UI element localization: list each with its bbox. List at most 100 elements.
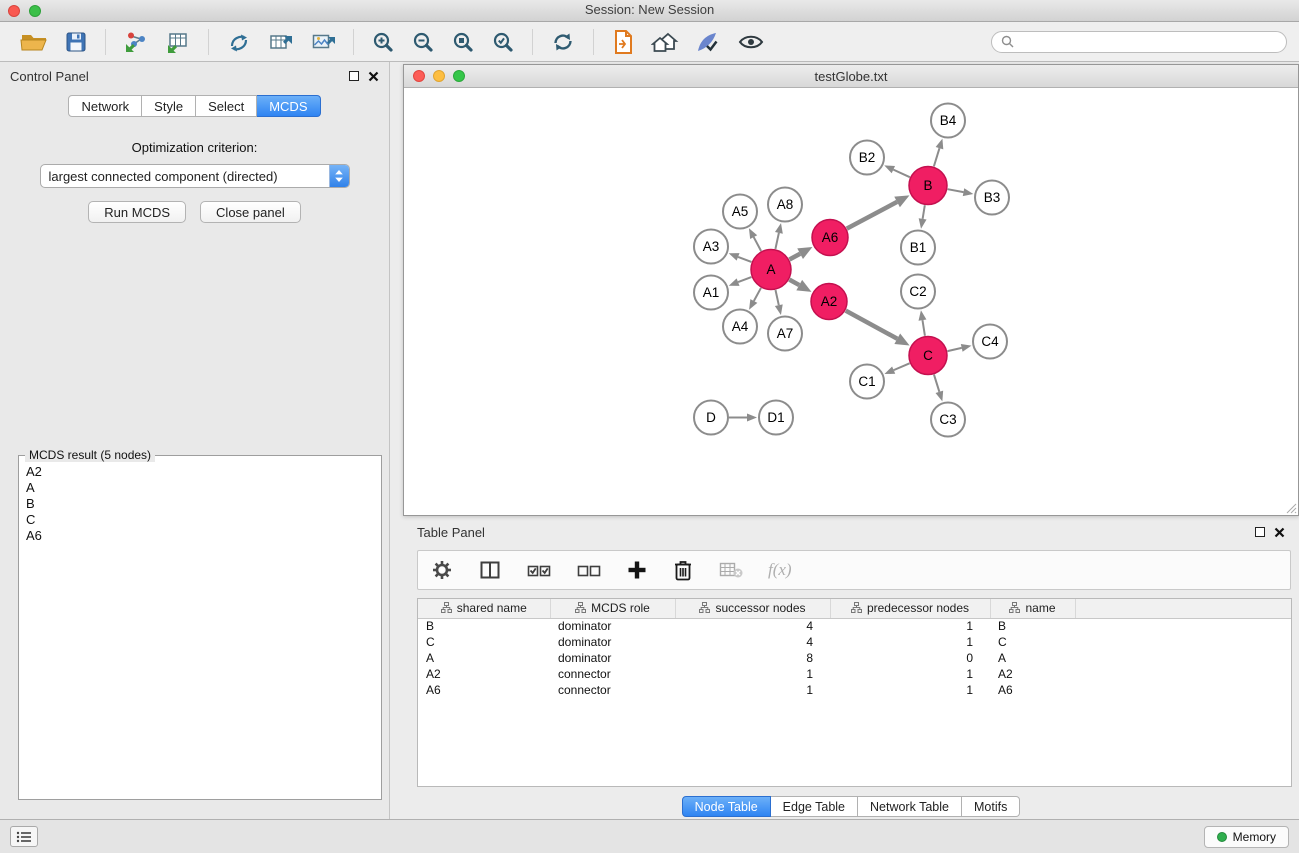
deselect-all-button[interactable]: [576, 558, 602, 582]
graph-edge[interactable]: [738, 277, 751, 282]
column-header[interactable]: shared name: [418, 599, 550, 618]
tab-edge-table[interactable]: Edge Table: [771, 796, 858, 817]
zoom-network-window-button[interactable]: [453, 70, 465, 82]
column-header[interactable]: MCDS role: [550, 599, 675, 618]
graph-edge[interactable]: [846, 311, 898, 339]
table-cell[interactable]: 1: [830, 634, 990, 650]
tab-network[interactable]: Network: [68, 95, 142, 117]
graph-edge[interactable]: [948, 348, 962, 351]
table-cell[interactable]: 4: [675, 634, 830, 650]
zoom-in-button[interactable]: [368, 28, 398, 56]
table-cell[interactable]: B: [990, 618, 1075, 634]
zoom-window-button[interactable]: [29, 5, 41, 17]
graph-edge[interactable]: [948, 189, 964, 192]
graph-edge[interactable]: [775, 233, 778, 249]
graph-edge[interactable]: [847, 202, 897, 229]
delete-column-button[interactable]: [672, 558, 694, 582]
table-cell[interactable]: 8: [675, 650, 830, 666]
open-session-button[interactable]: [17, 28, 51, 56]
first-neighbors-button[interactable]: [608, 27, 638, 57]
search-input[interactable]: [1019, 35, 1277, 49]
zoom-fit-button[interactable]: [448, 28, 478, 56]
table-cell[interactable]: B: [418, 618, 550, 634]
table-row[interactable]: A6connector11A6: [418, 682, 1291, 698]
table-cell[interactable]: 0: [830, 650, 990, 666]
table-row[interactable]: A2connector11A2: [418, 666, 1291, 682]
tab-select[interactable]: Select: [196, 95, 257, 117]
tab-style[interactable]: Style: [142, 95, 196, 117]
resize-grip-icon[interactable]: [1285, 502, 1297, 514]
graph-edge[interactable]: [894, 363, 910, 370]
table-cell[interactable]: A2: [990, 666, 1075, 682]
mcds-result-list[interactable]: A2ABCA6: [22, 462, 378, 796]
import-table-button[interactable]: [162, 28, 194, 56]
graph-edge[interactable]: [923, 205, 925, 219]
table-cell[interactable]: C: [990, 634, 1075, 650]
select-all-button[interactable]: [526, 558, 552, 582]
table-cell[interactable]: 1: [675, 666, 830, 682]
tab-mcds[interactable]: MCDS: [257, 95, 320, 117]
graph-edge[interactable]: [754, 288, 761, 301]
float-table-panel-icon[interactable]: [1255, 527, 1265, 537]
graph-edge[interactable]: [738, 257, 751, 262]
save-session-button[interactable]: [61, 28, 91, 56]
add-column-button[interactable]: [626, 559, 648, 581]
close-table-panel-icon[interactable]: [1274, 527, 1285, 538]
network-graph[interactable]: B4B2BB3A5A8A6A3B1AA1C2A2A4A7C4CC1C3DD1: [404, 88, 1298, 515]
apply-style-button[interactable]: [692, 28, 724, 56]
apply-layout-button[interactable]: [547, 28, 579, 56]
table-cell[interactable]: 1: [830, 618, 990, 634]
close-window-button[interactable]: [8, 5, 20, 17]
close-panel-button[interactable]: Close panel: [200, 201, 301, 223]
graph-edge[interactable]: [922, 320, 924, 336]
network-overview-button[interactable]: [648, 28, 682, 56]
table-cell[interactable]: 1: [830, 666, 990, 682]
table-cell[interactable]: dominator: [550, 634, 675, 650]
table-cell[interactable]: C: [418, 634, 550, 650]
task-history-button[interactable]: [10, 826, 38, 847]
graph-edge[interactable]: [775, 290, 778, 305]
graph-edge[interactable]: [934, 148, 940, 166]
graph-edge[interactable]: [789, 254, 800, 260]
mcds-result-item[interactable]: C: [26, 512, 374, 528]
mcds-result-item[interactable]: B: [26, 496, 374, 512]
export-image-button[interactable]: [307, 28, 339, 56]
import-network-button[interactable]: [120, 28, 152, 56]
table-cell[interactable]: A6: [418, 682, 550, 698]
graph-edge[interactable]: [893, 170, 909, 178]
table-settings-button[interactable]: [430, 558, 454, 582]
network-window-titlebar[interactable]: testGlobe.txt: [404, 65, 1298, 88]
table-cell[interactable]: 1: [830, 682, 990, 698]
minimize-network-window-button[interactable]: [433, 70, 445, 82]
table-cell[interactable]: A: [418, 650, 550, 666]
column-header[interactable]: predecessor nodes: [830, 599, 990, 618]
table-cell[interactable]: dominator: [550, 650, 675, 666]
mcds-result-item[interactable]: A: [26, 480, 374, 496]
table-cell[interactable]: A6: [990, 682, 1075, 698]
tab-network-table[interactable]: Network Table: [858, 796, 962, 817]
column-header[interactable]: successor nodes: [675, 599, 830, 618]
export-table-button[interactable]: [265, 28, 297, 56]
column-header[interactable]: name: [990, 599, 1075, 618]
table-cell[interactable]: 1: [675, 682, 830, 698]
table-row[interactable]: Bdominator41B: [418, 618, 1291, 634]
zoom-selected-button[interactable]: [488, 28, 518, 56]
run-mcds-button[interactable]: Run MCDS: [88, 201, 186, 223]
new-network-button[interactable]: [223, 28, 255, 56]
mcds-result-item[interactable]: A6: [26, 528, 374, 544]
close-panel-icon[interactable]: [368, 71, 379, 82]
graph-edge[interactable]: [934, 375, 939, 392]
memory-button[interactable]: Memory: [1204, 826, 1289, 848]
network-canvas[interactable]: B4B2BB3A5A8A6A3B1AA1C2A2A4A7C4CC1C3DD1: [404, 88, 1298, 515]
tab-motifs[interactable]: Motifs: [962, 796, 1020, 817]
table-cell[interactable]: connector: [550, 682, 675, 698]
table-cell[interactable]: 4: [675, 618, 830, 634]
graph-edge[interactable]: [754, 237, 761, 251]
show-columns-button[interactable]: [478, 558, 502, 582]
search-field[interactable]: [991, 31, 1287, 53]
float-panel-icon[interactable]: [349, 71, 359, 81]
table-cell[interactable]: A: [990, 650, 1075, 666]
graph-edge[interactable]: [789, 280, 799, 285]
table-cell[interactable]: A2: [418, 666, 550, 682]
tab-node-table[interactable]: Node Table: [682, 796, 771, 817]
